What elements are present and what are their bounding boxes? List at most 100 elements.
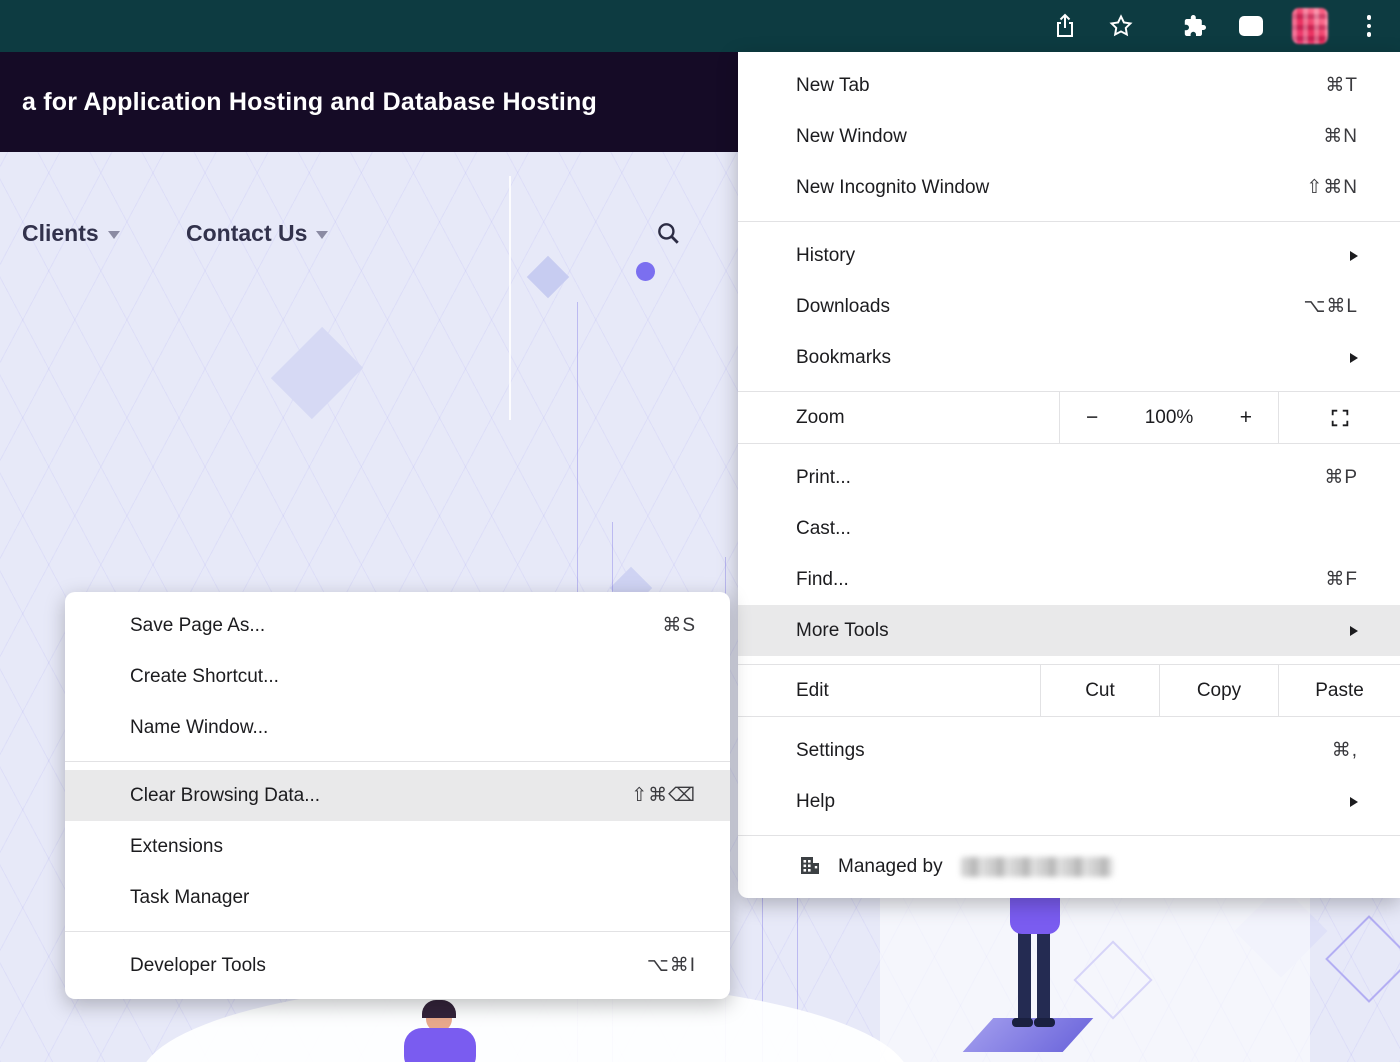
menu-section-edit: Edit Cut Copy Paste bbox=[738, 664, 1400, 716]
menu-item-shortcut: ⌘S bbox=[662, 614, 696, 637]
menu-item-more-tools[interactable]: More Tools bbox=[738, 605, 1400, 656]
menu-item-shortcut: ⇧⌘⌫ bbox=[631, 784, 696, 807]
edit-paste-button[interactable]: Paste bbox=[1278, 665, 1400, 716]
submenu-section-page: Save Page As... ⌘S Create Shortcut... Na… bbox=[65, 592, 730, 761]
submenu-section-tools: Clear Browsing Data... ⇧⌘⌫ Extensions Ta… bbox=[65, 761, 730, 931]
menu-item-edit: Edit Cut Copy Paste bbox=[738, 665, 1400, 716]
menu-item-label: Save Page As... bbox=[130, 615, 662, 637]
menu-item-label: Downloads bbox=[796, 296, 1304, 318]
menu-item-shortcut: ⇧⌘N bbox=[1306, 176, 1358, 199]
promo-banner-text: a for Application Hosting and Database H… bbox=[22, 88, 597, 117]
menu-item-label: Task Manager bbox=[130, 887, 696, 909]
menu-section-managed: Managed by bbox=[738, 835, 1400, 898]
menu-item-shortcut: ⌥⌘L bbox=[1304, 295, 1358, 318]
menu-item-developer-tools[interactable]: Developer Tools ⌥⌘I bbox=[65, 940, 730, 991]
side-panel-icon[interactable] bbox=[1236, 11, 1266, 41]
zoom-label: Zoom bbox=[796, 407, 1059, 429]
share-icon[interactable] bbox=[1050, 11, 1080, 41]
menu-section-history: History Downloads ⌥⌘L Bookmarks bbox=[738, 221, 1400, 391]
menu-item-history[interactable]: History bbox=[738, 230, 1400, 281]
submenu-arrow-icon bbox=[1350, 797, 1358, 807]
chevron-down-icon bbox=[108, 231, 120, 239]
menu-item-label: Extensions bbox=[130, 836, 696, 858]
menu-item-label: History bbox=[796, 245, 1350, 267]
menu-item-label: Bookmarks bbox=[796, 347, 1350, 369]
managed-by-blurred-text bbox=[961, 857, 1113, 877]
menu-item-label: Clear Browsing Data... bbox=[130, 785, 631, 807]
decor-diamond bbox=[527, 256, 569, 298]
menu-section-page-actions: Print... ⌘P Cast... Find... ⌘F More Tool… bbox=[738, 443, 1400, 664]
fullscreen-button[interactable] bbox=[1279, 392, 1400, 443]
zoom-controls: − 100% + bbox=[1059, 392, 1279, 443]
menu-item-save-page-as[interactable]: Save Page As... ⌘S bbox=[65, 600, 730, 651]
zoom-in-button[interactable]: + bbox=[1240, 406, 1252, 430]
submenu-section-developer: Developer Tools ⌥⌘I bbox=[65, 931, 730, 999]
edit-copy-button[interactable]: Copy bbox=[1159, 665, 1278, 716]
menu-item-task-manager[interactable]: Task Manager bbox=[65, 872, 730, 923]
menu-item-bookmarks[interactable]: Bookmarks bbox=[738, 332, 1400, 383]
menu-item-print[interactable]: Print... ⌘P bbox=[738, 452, 1400, 503]
zoom-level-value: 100% bbox=[1145, 407, 1194, 429]
decor-diamond bbox=[271, 327, 363, 419]
menu-section-zoom: Zoom − 100% + bbox=[738, 391, 1400, 443]
browser-main-menu: New Tab ⌘T New Window ⌘N New Incognito W… bbox=[738, 52, 1400, 898]
menu-item-shortcut: ⌘P bbox=[1324, 466, 1358, 489]
menu-item-cast[interactable]: Cast... bbox=[738, 503, 1400, 554]
managed-by-label: Managed by bbox=[838, 856, 943, 878]
decor-vertical-divider bbox=[509, 176, 511, 420]
menu-item-downloads[interactable]: Downloads ⌥⌘L bbox=[738, 281, 1400, 332]
menu-item-label: Name Window... bbox=[130, 717, 696, 739]
menu-item-create-shortcut[interactable]: Create Shortcut... bbox=[65, 651, 730, 702]
managed-by-item[interactable]: Managed by bbox=[738, 836, 1400, 898]
more-tools-submenu: Save Page As... ⌘S Create Shortcut... Na… bbox=[65, 592, 730, 999]
toolbar-icons bbox=[1050, 8, 1384, 44]
chevron-down-icon bbox=[316, 231, 328, 239]
site-nav-clients-label: Clients bbox=[22, 220, 99, 247]
menu-item-label: Developer Tools bbox=[130, 955, 647, 977]
menu-item-label: Find... bbox=[796, 569, 1325, 591]
menu-item-settings[interactable]: Settings ⌘, bbox=[738, 725, 1400, 776]
edit-label: Edit bbox=[796, 680, 1040, 702]
submenu-arrow-icon bbox=[1350, 353, 1358, 363]
menu-item-new-incognito-window[interactable]: New Incognito Window ⇧⌘N bbox=[738, 162, 1400, 213]
menu-item-new-tab[interactable]: New Tab ⌘T bbox=[738, 60, 1400, 111]
side-panel-glyph bbox=[1239, 16, 1263, 36]
menu-item-zoom: Zoom − 100% + bbox=[738, 392, 1400, 443]
menu-item-label: Help bbox=[796, 791, 1350, 813]
menu-item-help[interactable]: Help bbox=[738, 776, 1400, 827]
menu-item-label: Print... bbox=[796, 467, 1324, 489]
browser-menu-icon[interactable] bbox=[1354, 11, 1384, 41]
menu-section-tabs: New Tab ⌘T New Window ⌘N New Incognito W… bbox=[738, 52, 1400, 221]
menu-item-new-window[interactable]: New Window ⌘N bbox=[738, 111, 1400, 162]
edit-cut-button[interactable]: Cut bbox=[1040, 665, 1159, 716]
menu-item-shortcut: ⌘T bbox=[1325, 74, 1358, 97]
menu-item-shortcut: ⌥⌘I bbox=[647, 954, 696, 977]
menu-item-label: New Window bbox=[796, 126, 1323, 148]
menu-item-shortcut: ⌘, bbox=[1332, 739, 1358, 762]
zoom-out-button[interactable]: − bbox=[1086, 406, 1098, 430]
site-nav-contact-label: Contact Us bbox=[186, 220, 307, 247]
menu-item-label: Settings bbox=[796, 740, 1332, 762]
menu-section-settings: Settings ⌘, Help bbox=[738, 716, 1400, 835]
organization-building-icon bbox=[798, 854, 822, 881]
menu-item-clear-browsing-data[interactable]: Clear Browsing Data... ⇧⌘⌫ bbox=[65, 770, 730, 821]
menu-item-label: New Incognito Window bbox=[796, 177, 1306, 199]
search-icon[interactable] bbox=[655, 220, 681, 251]
menu-item-label: New Tab bbox=[796, 75, 1325, 97]
browser-toolbar bbox=[0, 0, 1400, 52]
menu-item-label: Cast... bbox=[796, 518, 1358, 540]
site-nav-clients[interactable]: Clients bbox=[22, 220, 120, 247]
extensions-icon[interactable] bbox=[1180, 11, 1210, 41]
decor-circle bbox=[636, 262, 655, 281]
submenu-arrow-icon bbox=[1350, 626, 1358, 636]
profile-avatar[interactable] bbox=[1292, 8, 1328, 44]
menu-item-shortcut: ⌘N bbox=[1323, 125, 1358, 148]
site-nav-contact-us[interactable]: Contact Us bbox=[186, 220, 328, 247]
menu-item-name-window[interactable]: Name Window... bbox=[65, 702, 730, 753]
menu-item-find[interactable]: Find... ⌘F bbox=[738, 554, 1400, 605]
menu-item-extensions[interactable]: Extensions bbox=[65, 821, 730, 872]
bookmark-star-icon[interactable] bbox=[1106, 11, 1136, 41]
menu-item-label: Create Shortcut... bbox=[130, 666, 696, 688]
submenu-arrow-icon bbox=[1350, 251, 1358, 261]
illustration-person-partial bbox=[388, 1000, 498, 1062]
